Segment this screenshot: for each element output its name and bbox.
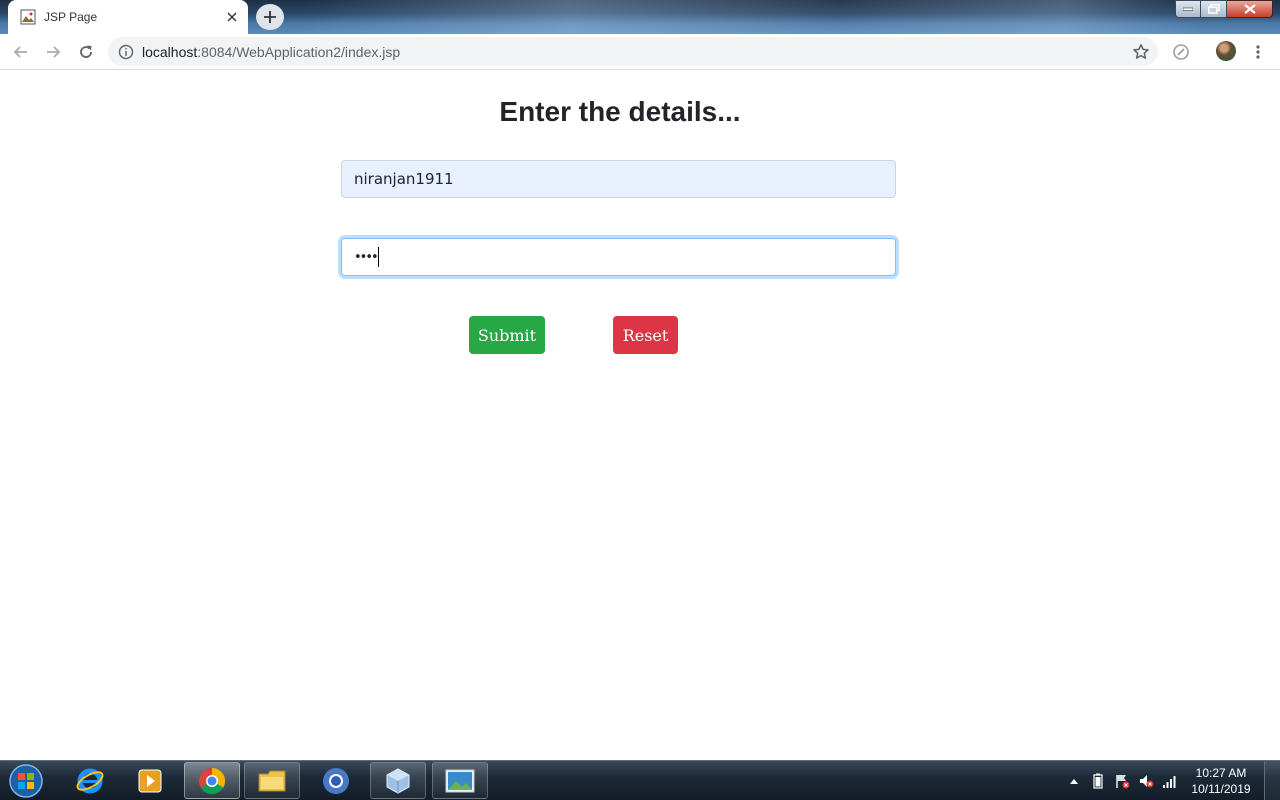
forward-button[interactable]	[41, 40, 65, 64]
extension-icon[interactable]	[1172, 43, 1190, 61]
site-info-icon[interactable]	[118, 44, 134, 60]
system-clock[interactable]: 10:27 AM 10/11/2019	[1186, 765, 1256, 797]
close-window-button[interactable]	[1227, 0, 1273, 18]
bookmark-star-icon[interactable]	[1132, 43, 1150, 61]
password-input[interactable]: ••••	[341, 238, 896, 276]
username-input[interactable]: niranjan1911	[341, 160, 896, 198]
password-mask: ••••	[354, 249, 379, 265]
photo-viewer-icon[interactable]	[432, 762, 488, 799]
minimize-button[interactable]	[1175, 0, 1201, 18]
action-center-icon[interactable]	[1114, 773, 1130, 789]
restore-button[interactable]	[1201, 0, 1227, 18]
forward-arrow-icon	[47, 46, 61, 58]
username-value: niranjan1911	[354, 170, 454, 188]
browser-toolbar: localhost:8084/WebApplication2/index.jsp	[0, 34, 1280, 70]
media-player-icon[interactable]	[122, 762, 178, 799]
browser-tab[interactable]: JSP Page	[8, 0, 248, 34]
chrome-icon[interactable]	[184, 762, 240, 799]
back-arrow-icon	[13, 46, 27, 58]
page-favicon-icon	[20, 9, 36, 25]
close-icon	[1243, 4, 1256, 14]
text-caret	[377, 247, 379, 267]
close-tab-icon[interactable]	[224, 9, 240, 25]
chromium-icon[interactable]	[308, 762, 364, 799]
menu-kebab-icon[interactable]	[1249, 43, 1267, 61]
show-desktop-button[interactable]	[1264, 761, 1280, 800]
virtualbox-icon[interactable]	[370, 762, 426, 799]
minimize-icon	[1183, 7, 1193, 11]
battery-icon[interactable]	[1090, 773, 1106, 789]
new-tab-button[interactable]	[256, 4, 284, 30]
tab-title: JSP Page	[44, 10, 98, 24]
reload-icon	[80, 45, 92, 58]
reset-button[interactable]: Reset	[613, 316, 678, 354]
restore-icon	[1207, 4, 1220, 14]
browser-titlebar: JSP Page	[0, 0, 1280, 34]
show-hidden-icons-icon[interactable]	[1066, 773, 1082, 789]
url-text: localhost:8084/WebApplication2/index.jsp	[142, 43, 401, 60]
start-orb-icon[interactable]	[6, 763, 46, 799]
clock-date: 10/11/2019	[1191, 782, 1251, 796]
submit-button[interactable]: Submit	[469, 316, 545, 354]
profile-avatar[interactable]	[1216, 41, 1236, 61]
volume-muted-icon[interactable]	[1138, 773, 1154, 789]
page-content: Enter the details... niranjan1911 •••• S…	[0, 71, 1280, 760]
address-bar[interactable]: localhost:8084/WebApplication2/index.jsp	[108, 37, 1158, 66]
page-title: Enter the details...	[499, 96, 741, 127]
windows-taskbar: 10:27 AM 10/11/2019	[0, 760, 1280, 800]
clock-time: 10:27 AM	[1195, 766, 1247, 780]
plus-icon	[264, 11, 276, 23]
back-button[interactable]	[9, 40, 33, 64]
network-signal-icon[interactable]	[1162, 773, 1178, 789]
file-explorer-icon[interactable]	[244, 762, 300, 799]
internet-explorer-icon[interactable]	[62, 762, 118, 799]
reload-button[interactable]	[74, 40, 98, 64]
